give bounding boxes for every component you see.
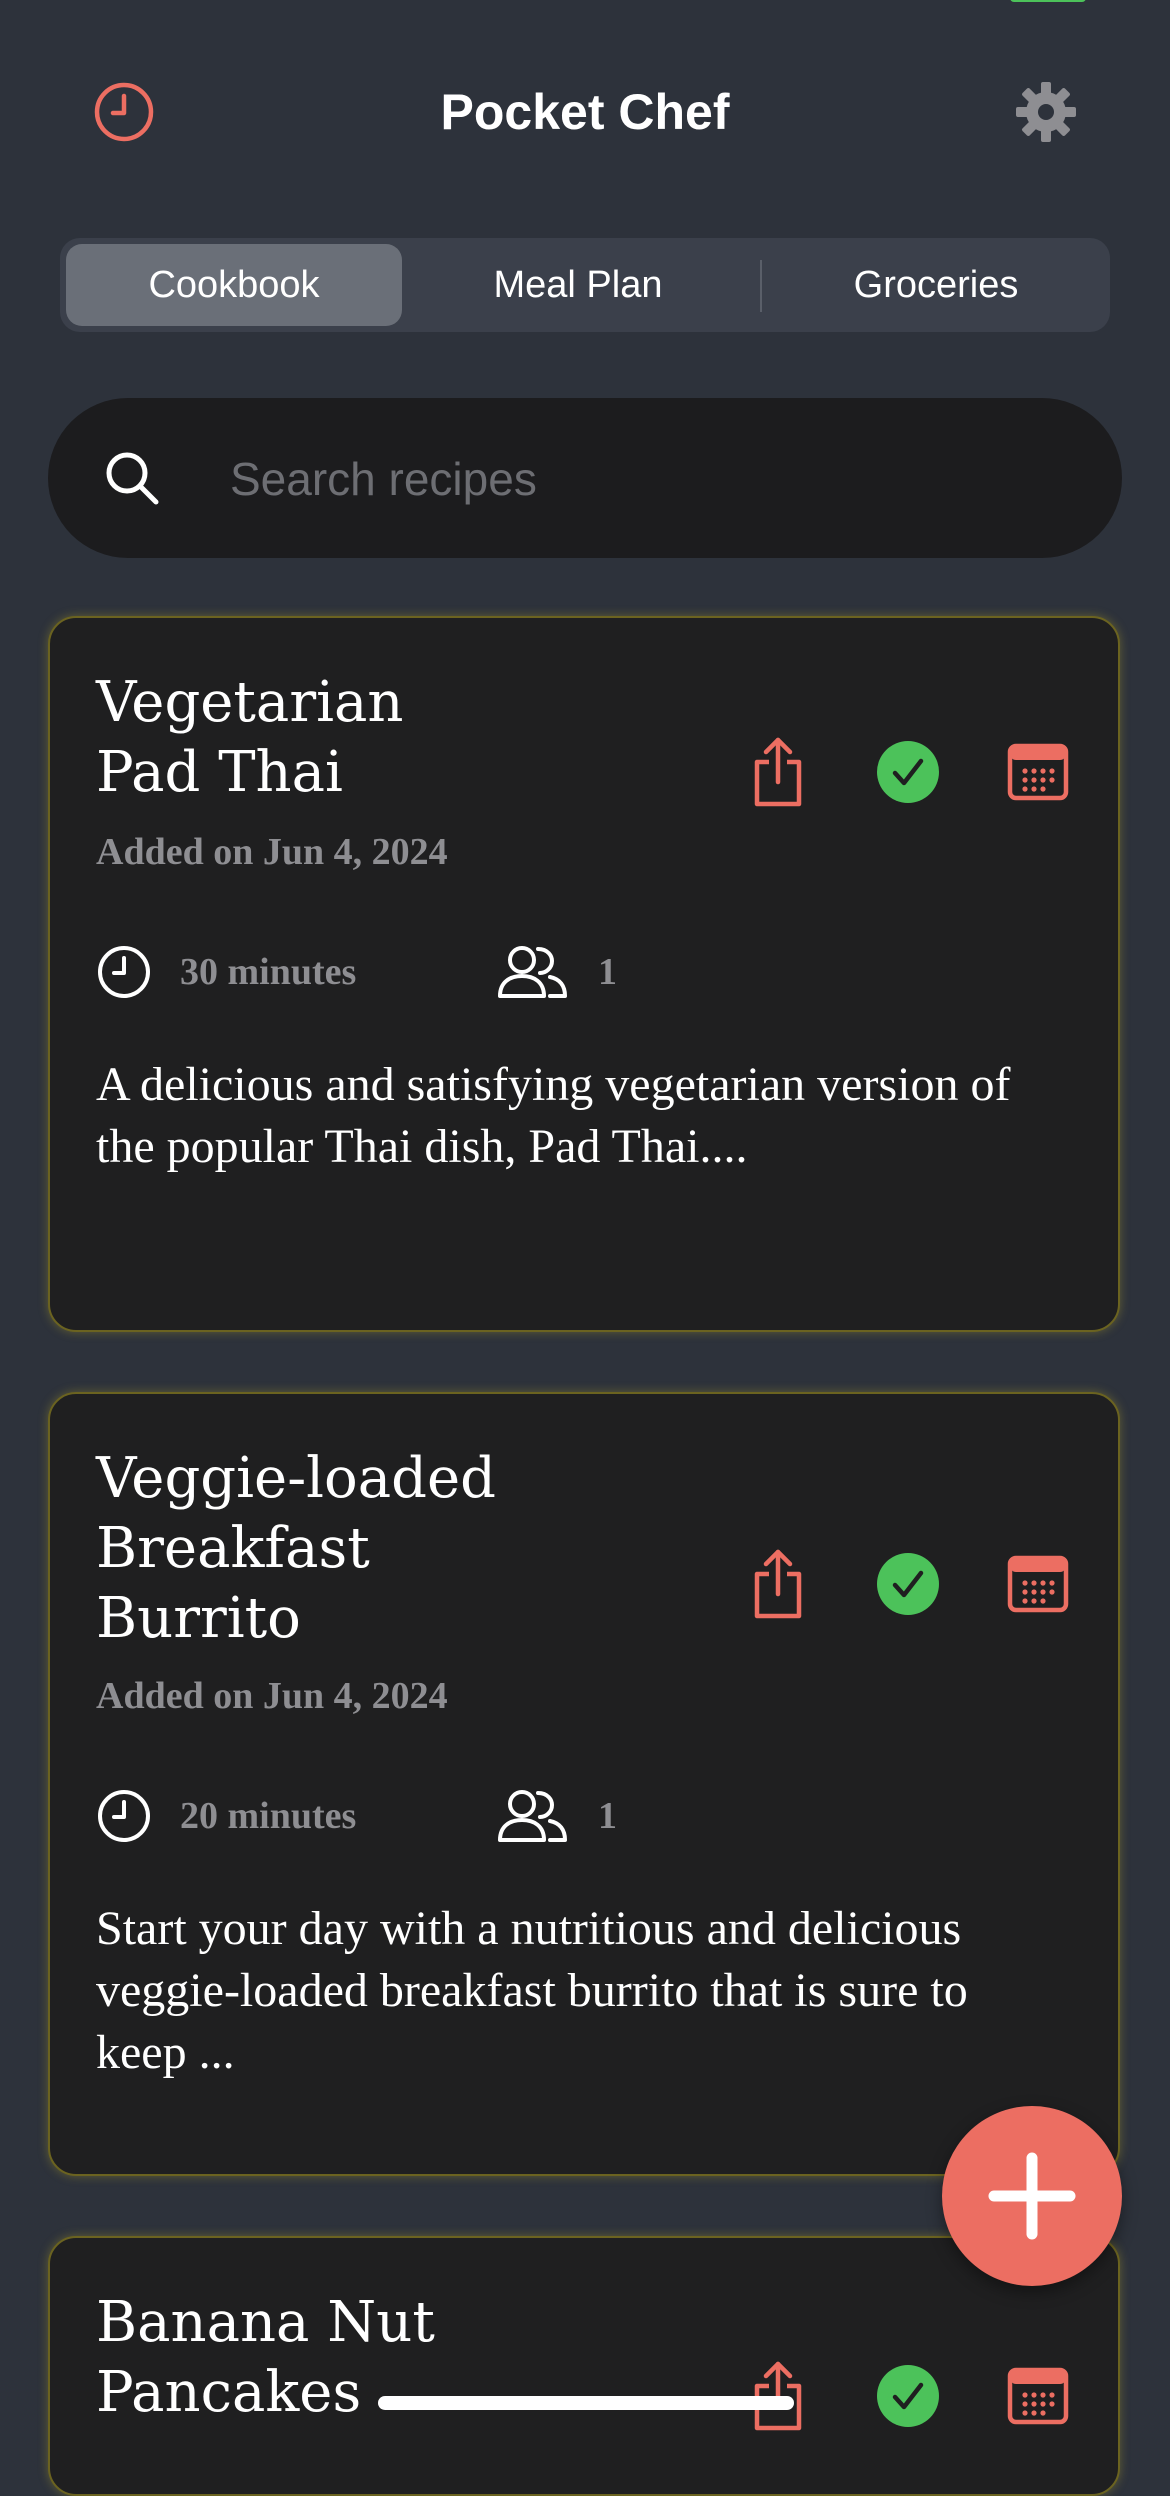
checkmark-circle-icon xyxy=(877,741,939,803)
add-to-meal-plan-button[interactable] xyxy=(998,732,1078,812)
plus-icon xyxy=(988,2152,1076,2240)
recipe-description: A delicious and satisfying vegetarian ve… xyxy=(96,1058,1011,1173)
recipe-description: Start your day with a nutritious and del… xyxy=(96,1902,968,2079)
add-to-meal-plan-button[interactable] xyxy=(998,1544,1078,1624)
people-icon xyxy=(498,946,567,998)
recipe-title: Veggie-loaded Breakfast Burrito xyxy=(96,1446,496,1651)
tab-groceries[interactable]: Groceries xyxy=(768,244,1104,326)
recipe-servings: 1 xyxy=(598,951,617,993)
calendar-icon xyxy=(1007,1555,1069,1613)
search-icon xyxy=(106,452,159,505)
search-bar xyxy=(48,398,1122,558)
recipe-card[interactable]: Banana Nut Pancakes xyxy=(48,2236,1120,2496)
recipe-card[interactable]: Veggie-loaded Breakfast Burrito Added on… xyxy=(48,1392,1120,2176)
search-input[interactable] xyxy=(228,438,1052,520)
share-button[interactable] xyxy=(738,732,818,812)
tab-bar: Cookbook Meal Plan Groceries xyxy=(60,238,1110,332)
share-icon xyxy=(754,737,802,807)
battery-icon xyxy=(1010,0,1086,2)
tab-divider xyxy=(760,260,762,312)
add-to-meal-plan-button[interactable] xyxy=(998,2356,1078,2436)
home-indicator xyxy=(378,2396,794,2410)
checkmark-circle-icon xyxy=(877,2365,939,2427)
mark-cooked-button[interactable] xyxy=(868,732,948,812)
page-title: Pocket Chef xyxy=(440,84,730,140)
tab-cookbook[interactable]: Cookbook xyxy=(66,244,402,326)
clock-icon xyxy=(98,1790,150,1842)
settings-button[interactable] xyxy=(1014,80,1078,144)
recipe-added-date: Added on Jun 4, 2024 xyxy=(96,1675,448,1717)
calendar-icon xyxy=(1007,2367,1069,2425)
recipe-time: 20 minutes xyxy=(180,1795,357,1837)
status-bar xyxy=(0,0,1170,20)
recipe-actions xyxy=(698,732,1078,812)
share-button[interactable] xyxy=(738,1544,818,1624)
checkmark-circle-icon xyxy=(877,1553,939,1615)
share-icon xyxy=(754,1549,802,1619)
recipe-meta: 30 minutes 1 xyxy=(96,942,796,1002)
gear-icon xyxy=(1016,82,1076,142)
tab-meal-plan[interactable]: Meal Plan xyxy=(410,244,746,326)
recipe-meta: 20 minutes 1 xyxy=(96,1786,796,1846)
add-recipe-button[interactable] xyxy=(942,2106,1122,2286)
recipe-time: 30 minutes xyxy=(180,951,357,993)
calendar-icon xyxy=(1007,743,1069,801)
header: Pocket Chef xyxy=(0,60,1170,160)
mark-cooked-button[interactable] xyxy=(868,1544,948,1624)
mark-cooked-button[interactable] xyxy=(868,2356,948,2436)
recipe-actions xyxy=(698,1544,1078,1624)
clock-icon xyxy=(98,946,150,998)
recipe-added-date: Added on Jun 4, 2024 xyxy=(96,831,448,873)
recipe-title: Vegetarian Pad Thai xyxy=(96,670,404,805)
recipe-card[interactable]: Vegetarian Pad Thai Added on Jun 4, 2024… xyxy=(48,616,1120,1332)
people-icon xyxy=(498,1790,567,1842)
recipe-servings: 1 xyxy=(598,1795,617,1837)
